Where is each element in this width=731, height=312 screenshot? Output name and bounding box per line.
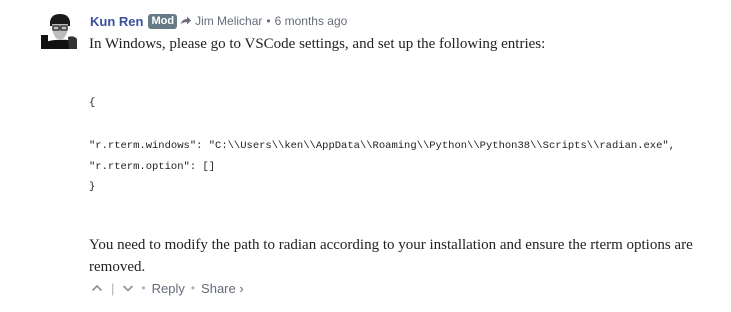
comment: Kun Ren Mod Jim Melichar • 6 months ago … <box>0 0 731 312</box>
code-line-rterm-windows: "r.rterm.windows": "C:\\Users\\ken\\AppD… <box>89 140 675 152</box>
comment-header: Kun Ren Mod Jim Melichar • 6 months ago <box>90 12 347 30</box>
timestamp-link[interactable]: 6 months ago <box>275 14 348 28</box>
downvote-button[interactable] <box>121 281 135 295</box>
footer-dot-1: • <box>141 281 146 295</box>
avatar[interactable] <box>41 13 77 49</box>
comment-footer: | • Reply • Share › <box>90 279 244 297</box>
reply-button[interactable]: Reply <box>152 281 185 296</box>
author-name[interactable]: Kun Ren <box>90 14 143 29</box>
code-line-rterm-option: "r.rterm.option": [] <box>89 161 216 173</box>
code-open-brace: { <box>89 97 96 109</box>
comment-intro-text: In Windows, please go to VSCode settings… <box>89 36 546 52</box>
chevron-up-icon <box>91 284 103 292</box>
code-close-brace: } <box>89 181 96 193</box>
vote-separator: | <box>111 280 115 296</box>
parent-author-link[interactable]: Jim Melichar <box>195 14 262 28</box>
comment-outro-text: You need to modify the path to radian ac… <box>89 237 693 275</box>
mod-badge: Mod <box>148 13 178 29</box>
share-button[interactable]: Share › <box>201 281 244 296</box>
chevron-down-icon <box>123 285 134 292</box>
upvote-button[interactable] <box>90 281 104 295</box>
reply-arrow-icon <box>180 15 192 27</box>
meta-separator: • <box>266 14 271 28</box>
footer-dot-2: • <box>190 281 196 295</box>
avatar-image <box>41 13 77 49</box>
